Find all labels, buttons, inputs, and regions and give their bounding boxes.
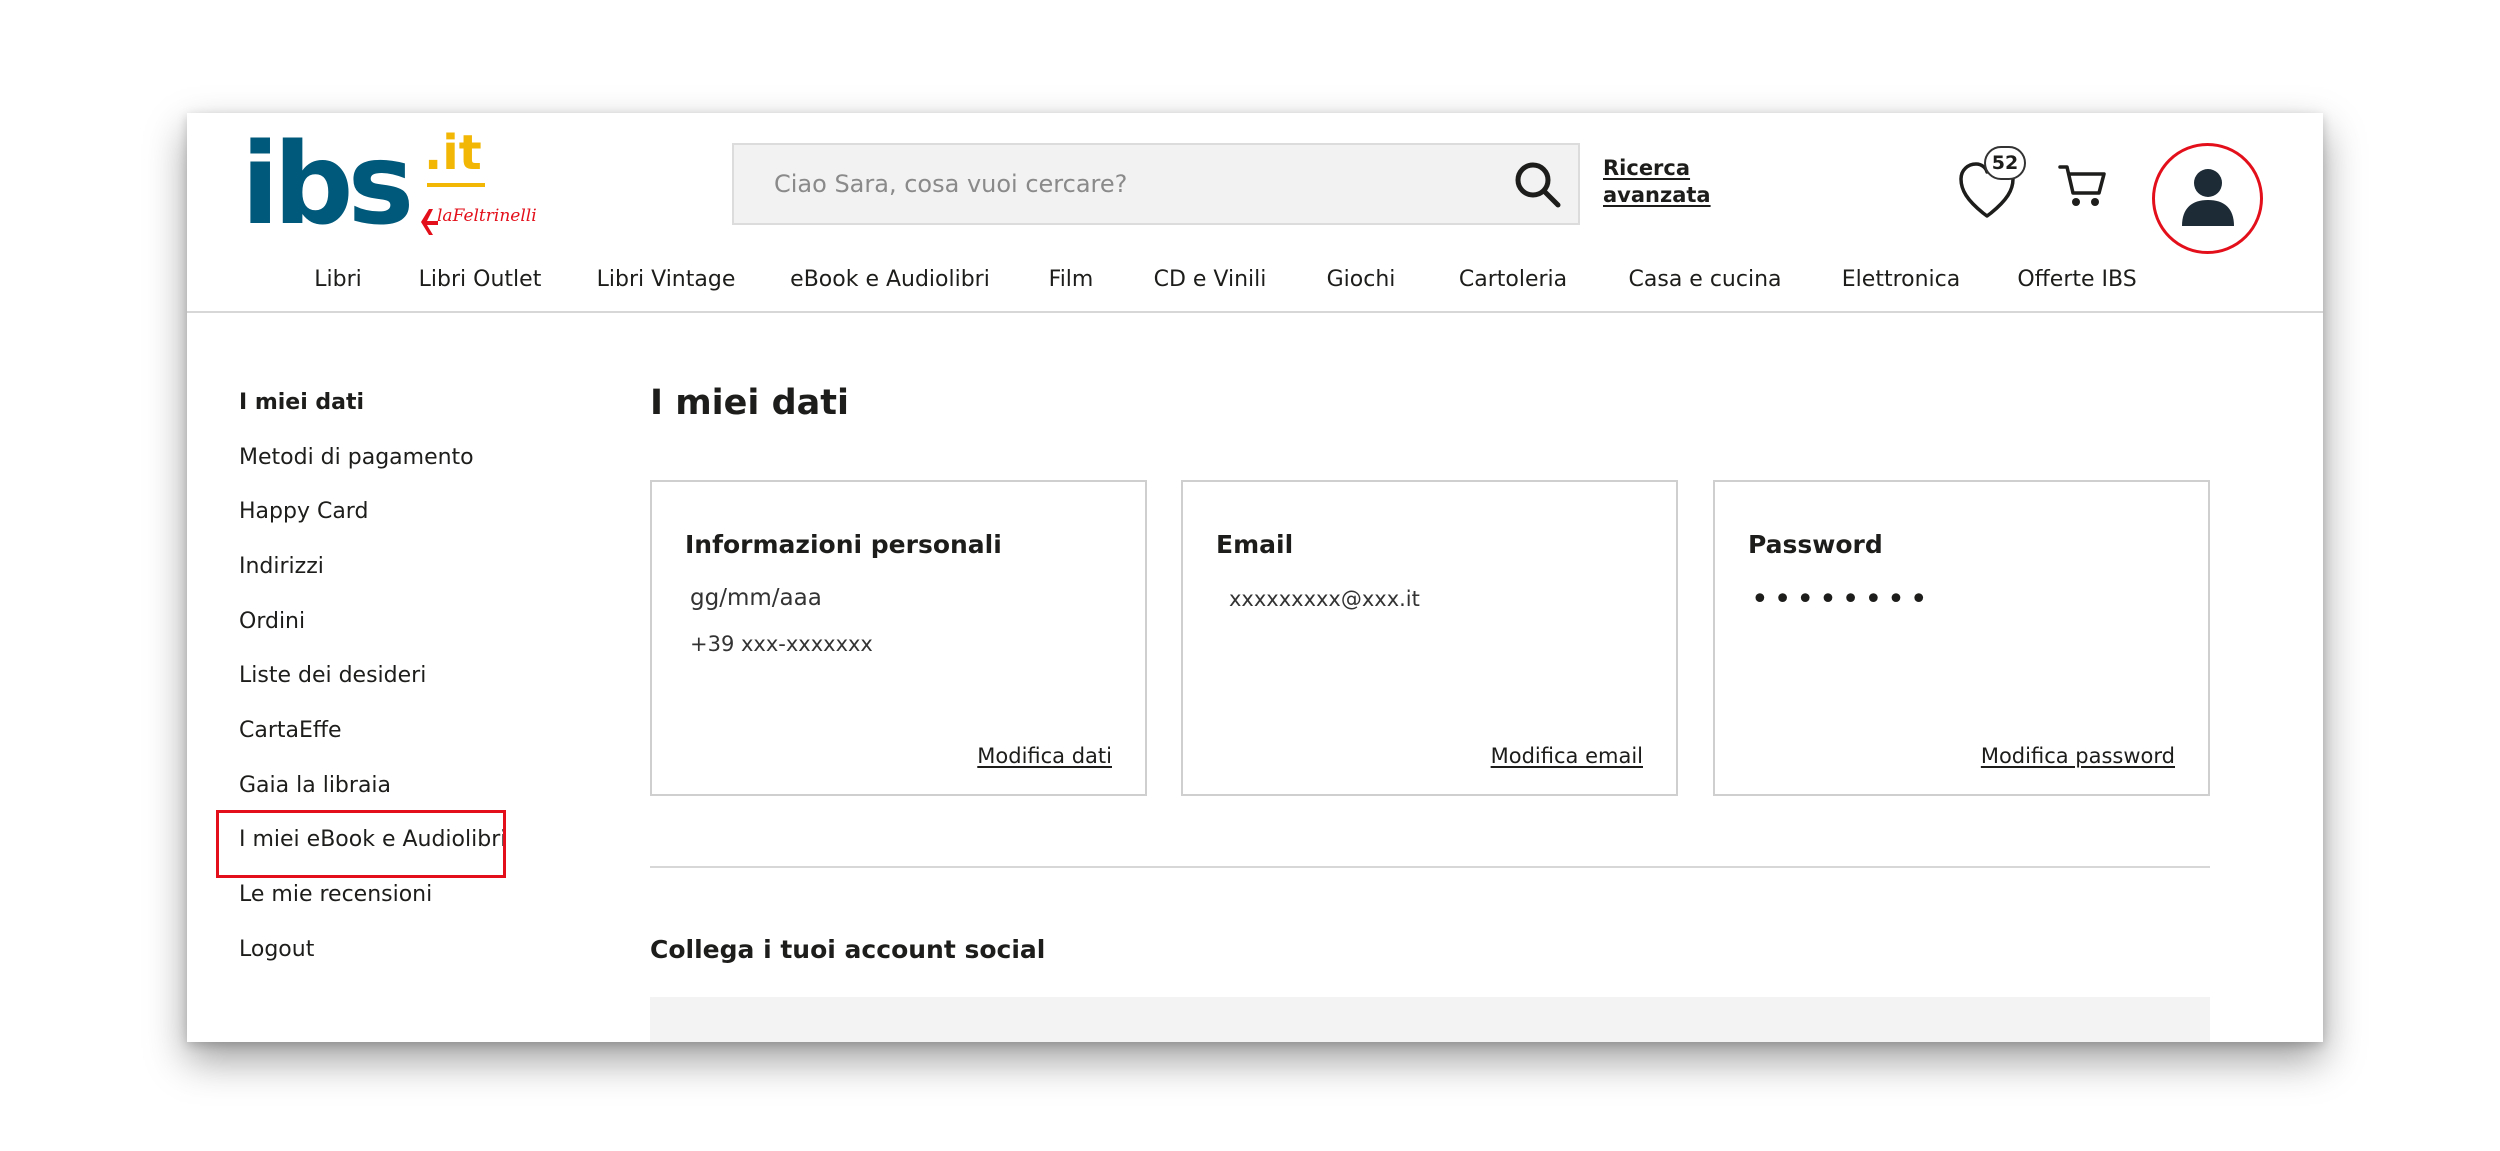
sidebar-item-cartaeffe[interactable]: CartaEffe: [239, 716, 342, 746]
account-button[interactable]: [2152, 143, 2263, 254]
sidebar-item-indirizzi[interactable]: Indirizzi: [239, 552, 324, 582]
personal-info-card: Informazioni personali gg/mm/aaa +39 xxx…: [650, 480, 1147, 796]
search-icon[interactable]: [1512, 159, 1564, 211]
social-accounts-panel: [650, 997, 2210, 1042]
password-card: Password •••••••• Modifica password: [1713, 480, 2210, 796]
nav-item-ebook-audiolibri[interactable]: eBook e Audiolibri: [790, 265, 990, 295]
sidebar-item-logout[interactable]: Logout: [239, 935, 314, 965]
edit-data-link[interactable]: Modifica dati: [977, 744, 1112, 768]
browser-page: ibs .it laFeltrinelli Ricerca avanzata 5…: [187, 113, 2323, 1042]
wishlist-count-badge: 52: [1984, 146, 2026, 180]
nav-item-offerte-ibs[interactable]: Offerte IBS: [2017, 265, 2136, 295]
birthdate-value: gg/mm/aaa: [690, 585, 822, 611]
email-value: xxxxxxxxx@xxx.it: [1229, 587, 1420, 611]
page-title: I miei dati: [650, 383, 849, 423]
edit-password-link[interactable]: Modifica password: [1981, 744, 2175, 768]
sidebar-item-happy-card[interactable]: Happy Card: [239, 497, 368, 527]
sidebar-item-miei-dati[interactable]: I miei dati: [239, 388, 364, 418]
social-accounts-title: Collega i tuoi account social: [650, 935, 1046, 964]
personal-info-title: Informazioni personali: [685, 530, 1002, 559]
user-icon: [2182, 169, 2234, 226]
nav-item-cartoleria[interactable]: Cartoleria: [1459, 265, 1567, 295]
email-title: Email: [1216, 530, 1294, 559]
edit-email-link[interactable]: Modifica email: [1491, 744, 1643, 768]
highlight-box: [216, 810, 506, 878]
ibs-logo[interactable]: ibs .it laFeltrinelli: [241, 125, 541, 250]
sidebar-item-liste-desideri[interactable]: Liste dei desideri: [239, 661, 426, 691]
svg-text:laFeltrinelli: laFeltrinelli: [437, 206, 537, 226]
sidebar-item-recensioni[interactable]: Le mie recensioni: [239, 880, 432, 910]
sidebar-item-ordini[interactable]: Ordini: [239, 607, 305, 637]
phone-value: +39 xxx-xxxxxxx: [690, 632, 873, 656]
nav-item-casa-cucina[interactable]: Casa e cucina: [1629, 265, 1782, 295]
nav-item-elettronica[interactable]: Elettronica: [1842, 265, 1960, 295]
section-divider: [650, 866, 2210, 868]
nav-item-libri-vintage[interactable]: Libri Vintage: [597, 265, 736, 295]
password-title: Password: [1748, 530, 1883, 559]
nav-item-libri[interactable]: Libri: [314, 265, 362, 295]
email-card: Email xxxxxxxxx@xxx.it Modifica email: [1181, 480, 1678, 796]
nav-item-cd-vinili[interactable]: CD e Vinili: [1154, 265, 1267, 295]
main-nav: Libri Libri Outlet Libri Vintage eBook e…: [187, 265, 2323, 313]
cart-icon[interactable]: [2057, 161, 2107, 211]
search-bar: [732, 143, 1580, 225]
nav-item-giochi[interactable]: Giochi: [1327, 265, 1396, 295]
svg-text:ibs: ibs: [241, 125, 410, 250]
password-masked-value: ••••••••: [1751, 582, 1933, 617]
sidebar-item-metodi-pagamento[interactable]: Metodi di pagamento: [239, 443, 474, 473]
advanced-search-link[interactable]: Ricerca avanzata: [1603, 155, 1743, 209]
search-input[interactable]: [734, 145, 1494, 223]
nav-item-libri-outlet[interactable]: Libri Outlet: [419, 265, 542, 295]
svg-text:.it: .it: [424, 125, 482, 181]
sidebar-item-gaia-libraia[interactable]: Gaia la libraia: [239, 771, 391, 801]
nav-item-film[interactable]: Film: [1049, 265, 1094, 295]
